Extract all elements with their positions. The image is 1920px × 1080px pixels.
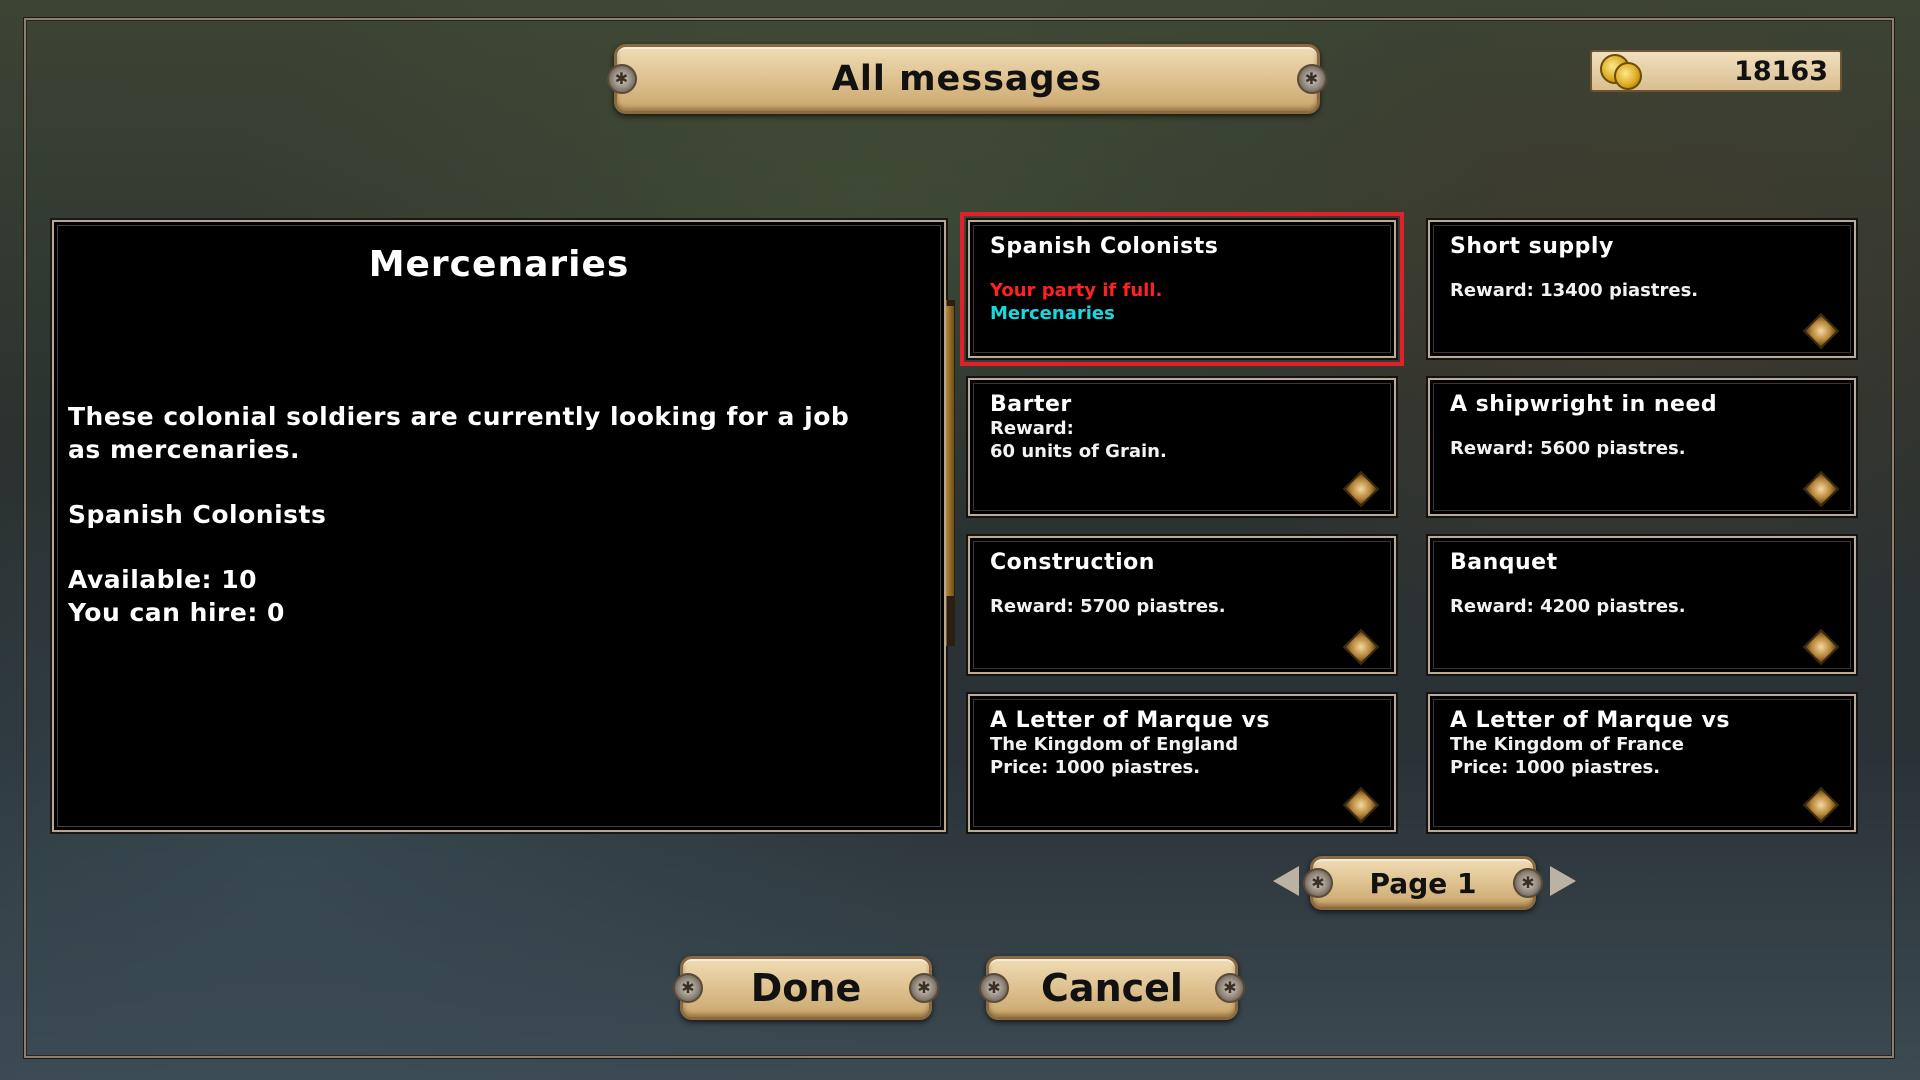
message-title: Short supply	[1450, 234, 1614, 259]
detail-can-hire: You can hire: 0	[68, 598, 285, 627]
cancel-button[interactable]: ✱ Cancel ✱	[979, 956, 1245, 1020]
open-message-diamond-icon[interactable]	[1800, 786, 1842, 824]
button-right-ornament-icon: ✱	[909, 973, 939, 1003]
pager-right-ornament-icon: ✱	[1513, 868, 1543, 898]
message-card-banquet[interactable]: Banquet Reward: 4200 piastres.	[1428, 536, 1856, 674]
message-reward: Reward: 5600 piastres.	[1450, 438, 1686, 459]
message-title: Spanish Colonists	[990, 234, 1219, 259]
banner-right-ornament-icon: ✱	[1297, 64, 1327, 94]
done-button-label: Done	[750, 966, 862, 1010]
message-subtitle: The Kingdom of France	[1450, 734, 1684, 755]
detail-scrollbar-thumb[interactable]	[946, 306, 954, 596]
open-message-diamond-icon[interactable]	[1800, 312, 1842, 350]
message-title: Construction	[990, 550, 1155, 575]
message-title: A Letter of Marque vs	[990, 708, 1270, 733]
money-display: 18163	[1590, 50, 1842, 92]
next-page-arrow-icon[interactable]	[1550, 866, 1576, 896]
detail-body: These colonial soldiers are currently lo…	[68, 400, 904, 629]
message-reward-detail: 60 units of Grain.	[990, 441, 1167, 462]
detail-title: Mercenaries	[368, 244, 630, 285]
detail-group: Spanish Colonists	[68, 500, 327, 529]
done-button[interactable]: ✱ Done ✱	[673, 956, 939, 1020]
message-price: Price: 1000 piastres.	[1450, 757, 1661, 778]
open-message-diamond-icon[interactable]	[1340, 470, 1382, 508]
message-card-barter[interactable]: Barter Reward: 60 units of Grain.	[968, 378, 1396, 516]
message-warning: Your party if full.	[990, 280, 1163, 301]
message-card-short-supply[interactable]: Short supply Reward: 13400 piastres.	[1428, 220, 1856, 358]
open-message-diamond-icon[interactable]	[1800, 628, 1842, 666]
message-price: Price: 1000 piastres.	[990, 757, 1201, 778]
detail-available: Available: 10	[68, 565, 258, 594]
gold-coins-icon	[1600, 54, 1648, 92]
title-banner: ✱ All messages ✱	[607, 44, 1327, 114]
message-reward: Reward: 13400 piastres.	[1450, 280, 1699, 301]
message-title: Banquet	[1450, 550, 1558, 575]
open-message-diamond-icon[interactable]	[1340, 786, 1382, 824]
banner-left-ornament-icon: ✱	[607, 64, 637, 94]
button-left-ornament-icon: ✱	[979, 973, 1009, 1003]
message-title: A shipwright in need	[1450, 392, 1718, 417]
message-reward: Reward: 4200 piastres.	[1450, 596, 1686, 617]
message-subtitle: The Kingdom of England	[990, 734, 1239, 755]
previous-page-arrow-icon[interactable]	[1273, 866, 1299, 896]
message-card-construction[interactable]: Construction Reward: 5700 piastres.	[968, 536, 1396, 674]
message-card-marque-england[interactable]: A Letter of Marque vs The Kingdom of Eng…	[968, 694, 1396, 832]
message-card-spanish-colonists[interactable]: Spanish Colonists Your party if full. Me…	[960, 212, 1404, 366]
message-category: Mercenaries	[990, 303, 1115, 324]
message-title: Barter	[990, 392, 1072, 417]
message-reward: Reward: 5700 piastres.	[990, 596, 1226, 617]
message-card-marque-france[interactable]: A Letter of Marque vs The Kingdom of Fra…	[1428, 694, 1856, 832]
page-indicator: ✱ Page 1 ✱	[1303, 856, 1543, 910]
open-message-diamond-icon[interactable]	[1800, 470, 1842, 508]
detail-description-line-2: as mercenaries.	[68, 435, 300, 464]
page-title: All messages	[831, 59, 1103, 99]
button-right-ornament-icon: ✱	[1215, 973, 1245, 1003]
page-label: Page 1	[1369, 866, 1477, 900]
message-detail-panel: Mercenaries These colonial soldiers are …	[52, 220, 946, 832]
message-reward: Reward:	[990, 418, 1074, 439]
button-left-ornament-icon: ✱	[673, 973, 703, 1003]
message-title: A Letter of Marque vs	[1450, 708, 1730, 733]
money-amount: 18163	[1734, 56, 1828, 87]
cancel-button-label: Cancel	[1041, 966, 1183, 1010]
message-card-shipwright[interactable]: A shipwright in need Reward: 5600 piastr…	[1428, 378, 1856, 516]
open-message-diamond-icon[interactable]	[1340, 628, 1382, 666]
pager-left-ornament-icon: ✱	[1303, 868, 1333, 898]
detail-description-line-1: These colonial soldiers are currently lo…	[68, 402, 850, 431]
